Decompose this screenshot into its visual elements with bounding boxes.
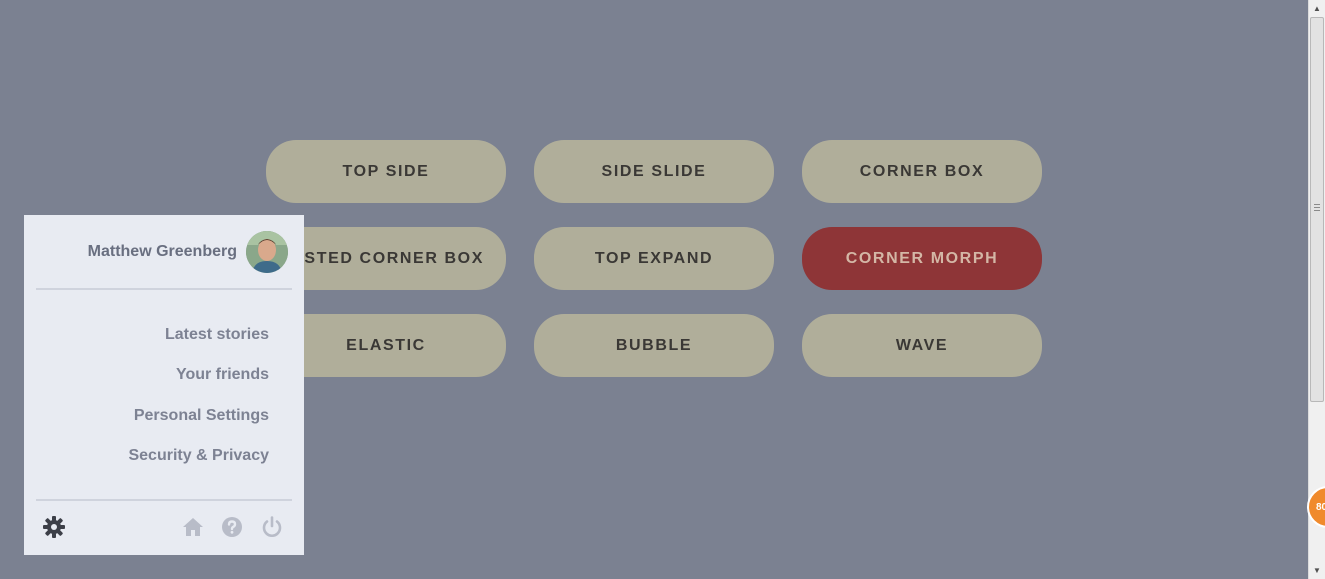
menu-divider-bottom [36, 499, 292, 501]
user-profile: Matthew Greenberg [24, 215, 304, 289]
menu-item-personal-settings[interactable]: Personal Settings [134, 407, 269, 425]
menu-divider-top [36, 288, 292, 290]
side-menu: Matthew Greenberg Latest stories Your fr… [24, 215, 304, 555]
help-icon[interactable] [220, 515, 244, 539]
user-name: Matthew Greenberg [87, 243, 237, 260]
menu-item-your-friends[interactable]: Your friends [176, 366, 269, 384]
bubble-button[interactable]: BUBBLE [534, 314, 774, 377]
scroll-down-arrow-icon[interactable]: ▼ [1309, 562, 1325, 579]
power-icon[interactable] [260, 515, 284, 539]
thumb-grip-icon [1314, 204, 1320, 211]
top-expand-button[interactable]: TOP EXPAND [534, 227, 774, 290]
scroll-up-arrow-icon[interactable]: ▲ [1309, 0, 1325, 17]
menu-item-security-privacy[interactable]: Security & Privacy [128, 447, 269, 465]
home-icon[interactable] [181, 515, 205, 539]
top-side-button[interactable]: TOP SIDE [266, 140, 506, 203]
wave-button[interactable]: WAVE [802, 314, 1042, 377]
corner-box-button[interactable]: CORNER BOX [802, 140, 1042, 203]
scroll-thumb[interactable] [1310, 17, 1324, 402]
avatar[interactable] [246, 231, 288, 273]
badge-text: 80 [1316, 501, 1325, 513]
menu-item-latest-stories[interactable]: Latest stories [165, 326, 269, 344]
gear-icon[interactable] [42, 515, 66, 539]
corner-morph-button[interactable]: CORNER MORPH [802, 227, 1042, 290]
side-slide-button[interactable]: SIDE SLIDE [534, 140, 774, 203]
